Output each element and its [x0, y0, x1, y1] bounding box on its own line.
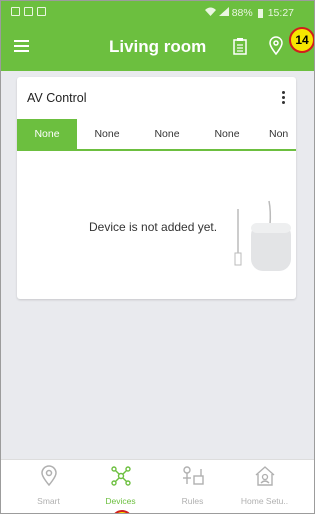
tab-device[interactable]: None: [17, 119, 77, 149]
tab-device[interactable]: Non: [257, 119, 296, 149]
network-nodes-icon: [110, 466, 131, 486]
nav-item-rules[interactable]: Rules: [161, 460, 224, 513]
battery-percent: 88%: [231, 7, 253, 19]
status-bar: 88% 15:27: [1, 1, 314, 25]
tab-device[interactable]: None: [137, 119, 197, 149]
nav-label: Smart: [37, 496, 60, 506]
nav-item-devices[interactable]: Devices: [89, 460, 152, 513]
empty-state-message: Device is not added yet.: [89, 220, 218, 234]
step-number-badge: 14: [289, 27, 314, 53]
signal-icon: [218, 7, 229, 19]
device-tabs: None None None None Non: [17, 119, 296, 151]
nav-label: Devices: [105, 496, 136, 506]
rules-icon: [182, 466, 204, 485]
location-pin-icon[interactable]: [269, 36, 283, 60]
card-title: AV Control: [27, 91, 87, 105]
notification-icon: [24, 7, 33, 16]
home-icon: [255, 466, 274, 486]
more-options-icon[interactable]: [282, 91, 286, 106]
status-notification-icons: [11, 7, 46, 16]
nav-item-home-setup[interactable]: Home Setu..: [233, 460, 296, 513]
nav-label: Home Setu..: [240, 496, 289, 506]
page-title: Living room: [109, 37, 207, 56]
clipboard-icon[interactable]: [233, 37, 247, 60]
status-time: 15:27: [267, 7, 294, 19]
hamburger-menu-icon[interactable]: [14, 40, 29, 52]
status-indicators: 88% 15:27: [204, 7, 294, 19]
notification-icon: [37, 7, 46, 16]
av-control-card: AV Control None None None None Non Devic…: [17, 77, 296, 299]
location-pin-icon: [40, 465, 57, 487]
tab-device[interactable]: None: [77, 119, 137, 149]
tab-device[interactable]: None: [197, 119, 257, 149]
nav-label: Rules: [181, 496, 204, 506]
device-illustration: [231, 197, 293, 282]
battery-icon: [257, 8, 263, 18]
app-bar: Living room: [1, 25, 314, 71]
notification-icon: [11, 7, 20, 16]
wifi-icon: [204, 7, 216, 19]
nav-item-smart[interactable]: Smart: [17, 460, 80, 513]
app-frame: 88% 15:27 Living room 14 AV Control None…: [0, 0, 315, 514]
bottom-navigation: Smart Devices Rules Home Setu..: [1, 459, 314, 513]
